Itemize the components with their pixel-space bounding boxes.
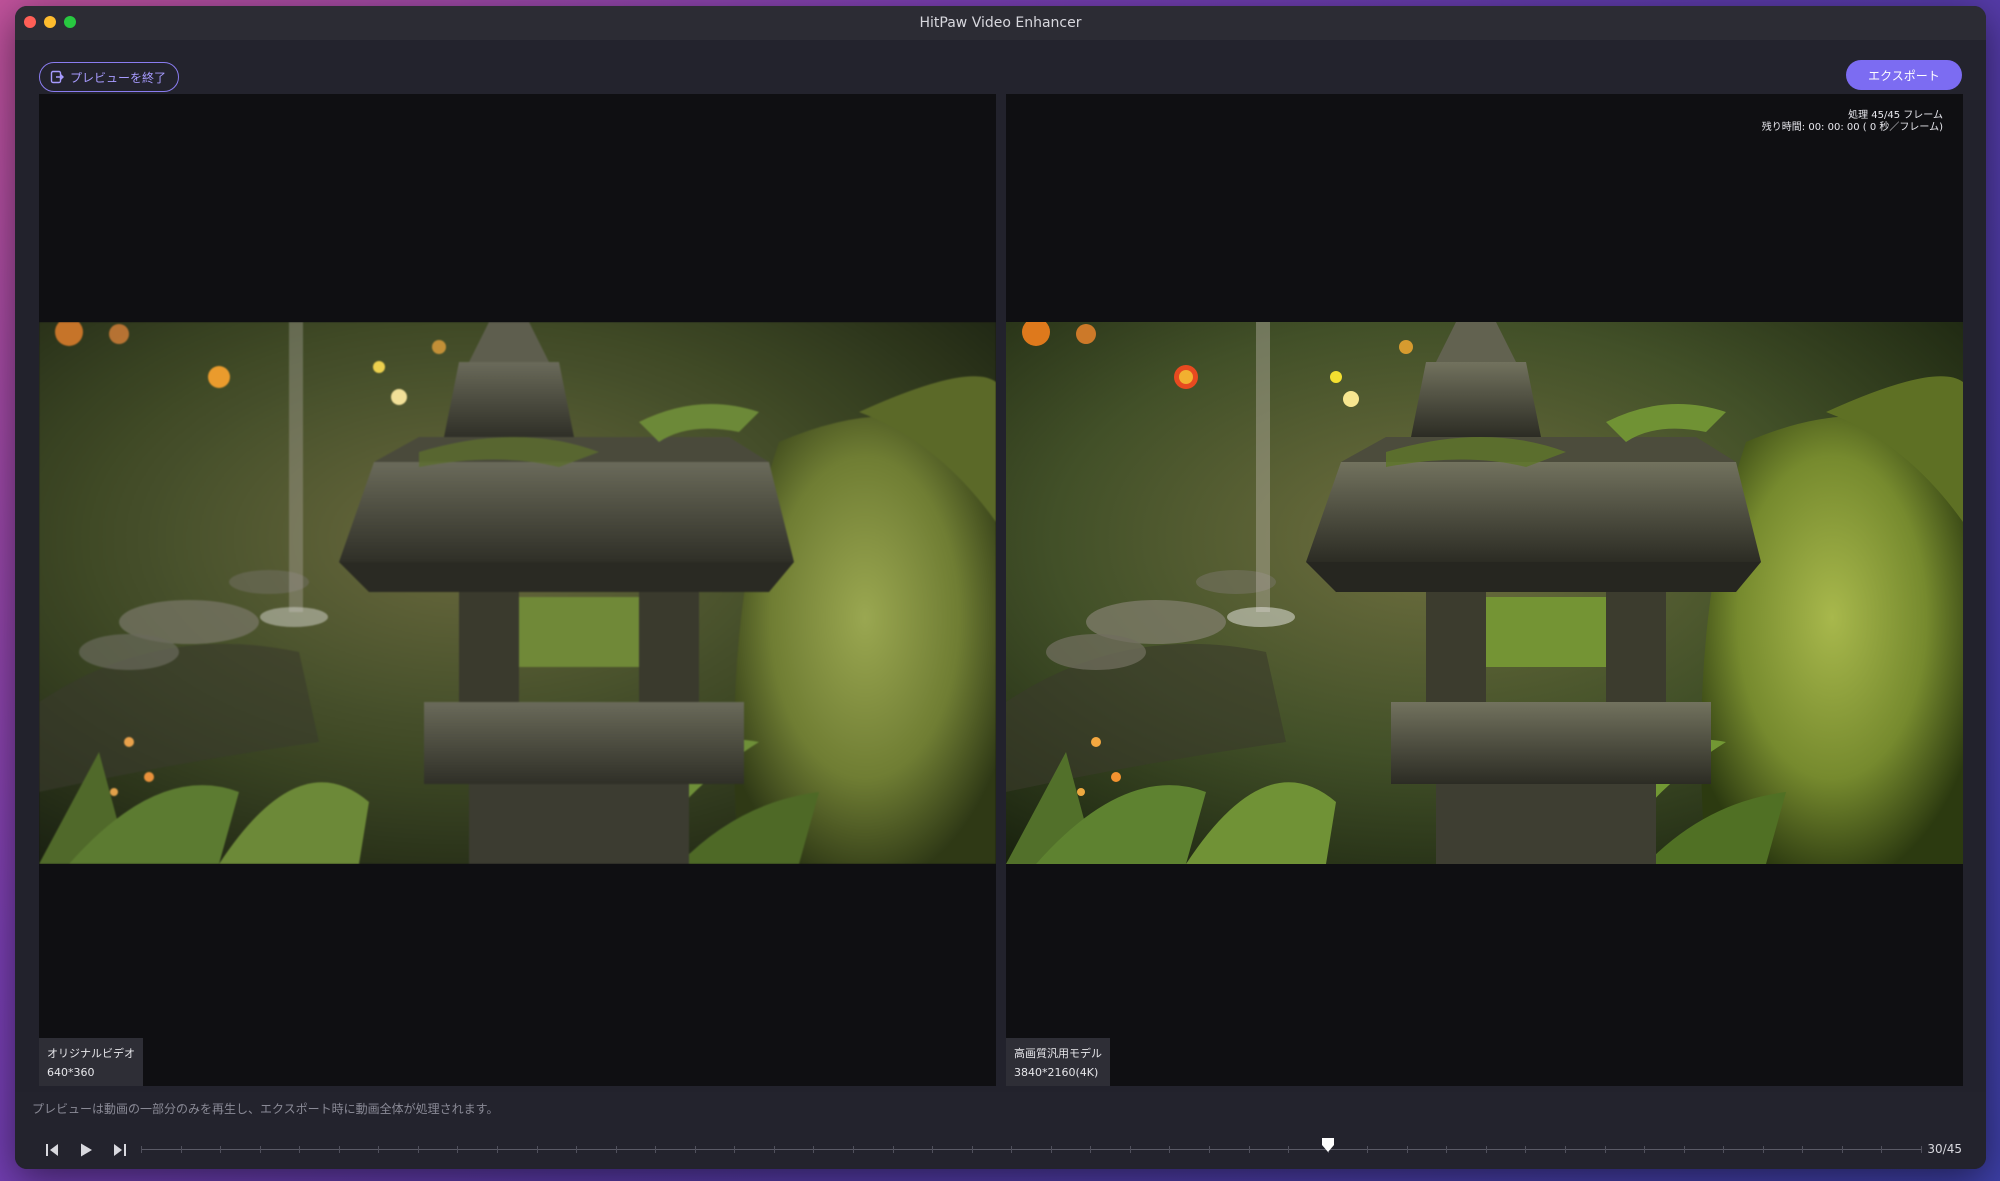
timeline-tick xyxy=(1802,1146,1804,1153)
timeline-tick xyxy=(932,1146,934,1153)
timeline-tick xyxy=(1406,1146,1408,1153)
timeline-tick xyxy=(655,1146,657,1153)
minimize-window-button[interactable] xyxy=(44,16,56,28)
timeline-tick xyxy=(1248,1146,1250,1153)
play-icon xyxy=(81,1143,92,1157)
timeline-tick xyxy=(1921,1146,1922,1153)
timeline-tick xyxy=(1129,1146,1131,1153)
timeline-tick xyxy=(773,1146,775,1153)
timeline-tick xyxy=(536,1146,538,1153)
enhanced-video-image xyxy=(1006,322,1963,864)
app-window: HitPaw Video Enhancer プレビューを終了 エクスポート オリ… xyxy=(15,6,1986,1169)
play-button[interactable] xyxy=(76,1140,96,1160)
exit-preview-button[interactable]: プレビューを終了 xyxy=(39,62,180,92)
timeline-tick xyxy=(892,1146,894,1153)
timeline-tick xyxy=(1011,1146,1013,1153)
timeline-tick xyxy=(417,1146,419,1153)
playback-bar: プレビューは動画の一部分のみを再生し、エクスポート時に動画全体が処理されます。 xyxy=(15,1092,1986,1169)
window-controls xyxy=(24,16,76,28)
timeline-tick xyxy=(378,1146,380,1153)
original-video-label: オリジナルビデオ xyxy=(47,1047,135,1060)
frame-counter: 30/45 xyxy=(1927,1142,1962,1156)
timeline-tick xyxy=(853,1146,854,1153)
timeline-tick xyxy=(694,1146,696,1153)
processing-frames-text: 処理 45/45 フレーム xyxy=(1848,110,1943,121)
timeline-tick xyxy=(1090,1146,1092,1153)
timeline-tick xyxy=(734,1146,736,1153)
next-frame-button[interactable] xyxy=(110,1140,130,1160)
timeline-tick xyxy=(1604,1146,1606,1153)
timeline-tick xyxy=(141,1146,142,1153)
enhanced-resolution: 3840*2160(4K) xyxy=(1014,1066,1099,1079)
timeline-tick xyxy=(1485,1146,1487,1153)
timeline-tick xyxy=(1288,1146,1290,1153)
remaining-time-text: 残り時間: 00: 00: 00 ( 0 秒／フレーム) xyxy=(1761,122,1943,133)
timeline-tick xyxy=(1169,1146,1171,1153)
prev-frame-button[interactable] xyxy=(42,1140,62,1160)
timeline-tick xyxy=(457,1146,459,1153)
timeline-tick xyxy=(338,1146,340,1153)
timeline-tick xyxy=(1565,1146,1566,1153)
playhead-marker-icon[interactable] xyxy=(1321,1137,1335,1153)
timeline-tick xyxy=(615,1146,617,1153)
timeline-tick xyxy=(1841,1146,1843,1153)
timeline-tick xyxy=(1446,1146,1448,1153)
timeline-tick xyxy=(1050,1146,1052,1153)
timeline-tick xyxy=(576,1146,578,1153)
step-back-icon xyxy=(46,1144,58,1156)
timeline-tick xyxy=(1209,1146,1210,1153)
timeline-tick xyxy=(1723,1146,1725,1153)
step-forward-icon xyxy=(114,1144,126,1156)
original-resolution: 640*360 xyxy=(47,1066,95,1079)
timeline-tick xyxy=(299,1146,301,1153)
timeline-tick xyxy=(180,1146,182,1153)
timeline-tick xyxy=(1881,1146,1883,1153)
exit-preview-label: プレビューを終了 xyxy=(70,70,167,85)
close-window-button[interactable] xyxy=(24,16,36,28)
frame-timeline[interactable] xyxy=(141,1137,1922,1161)
original-preview-panel: オリジナルビデオ 640*360 xyxy=(39,94,996,1086)
timeline-tick xyxy=(1644,1146,1646,1153)
maximize-window-button[interactable] xyxy=(64,16,76,28)
exit-icon xyxy=(50,70,64,84)
original-info-badge: オリジナルビデオ 640*360 xyxy=(39,1038,143,1086)
enhanced-preview-panel: 処理 45/45 フレーム 残り時間: 00: 00: 00 ( 0 秒／フレー… xyxy=(1006,94,1963,1086)
timeline-tick xyxy=(1683,1146,1685,1153)
original-video-image xyxy=(39,322,996,864)
top-toolbar: プレビューを終了 エクスポート xyxy=(15,40,1986,100)
timeline-tick xyxy=(220,1146,222,1153)
timeline-tick xyxy=(971,1146,973,1153)
timeline-tick xyxy=(813,1146,815,1153)
timeline-tick xyxy=(1762,1146,1764,1153)
export-button[interactable]: エクスポート xyxy=(1846,60,1962,90)
enhanced-model-label: 高画質汎用モデル xyxy=(1014,1047,1102,1060)
enhanced-video-frame xyxy=(1006,322,1963,864)
timeline-tick xyxy=(1525,1146,1527,1153)
original-video-frame xyxy=(39,322,996,864)
processing-status: 処理 45/45 フレーム 残り時間: 00: 00: 00 ( 0 秒／フレー… xyxy=(1762,110,1943,134)
timeline-tick xyxy=(259,1146,261,1153)
enhanced-info-badge: 高画質汎用モデル 3840*2160(4K) xyxy=(1006,1038,1110,1086)
title-bar: HitPaw Video Enhancer xyxy=(15,6,1986,40)
timeline-tick xyxy=(1367,1146,1369,1153)
preview-note: プレビューは動画の一部分のみを再生し、エクスポート時に動画全体が処理されます。 xyxy=(32,1102,499,1116)
timeline-tick xyxy=(497,1146,498,1153)
timeline-ticks xyxy=(141,1146,1922,1153)
window-title: HitPaw Video Enhancer xyxy=(919,15,1082,31)
